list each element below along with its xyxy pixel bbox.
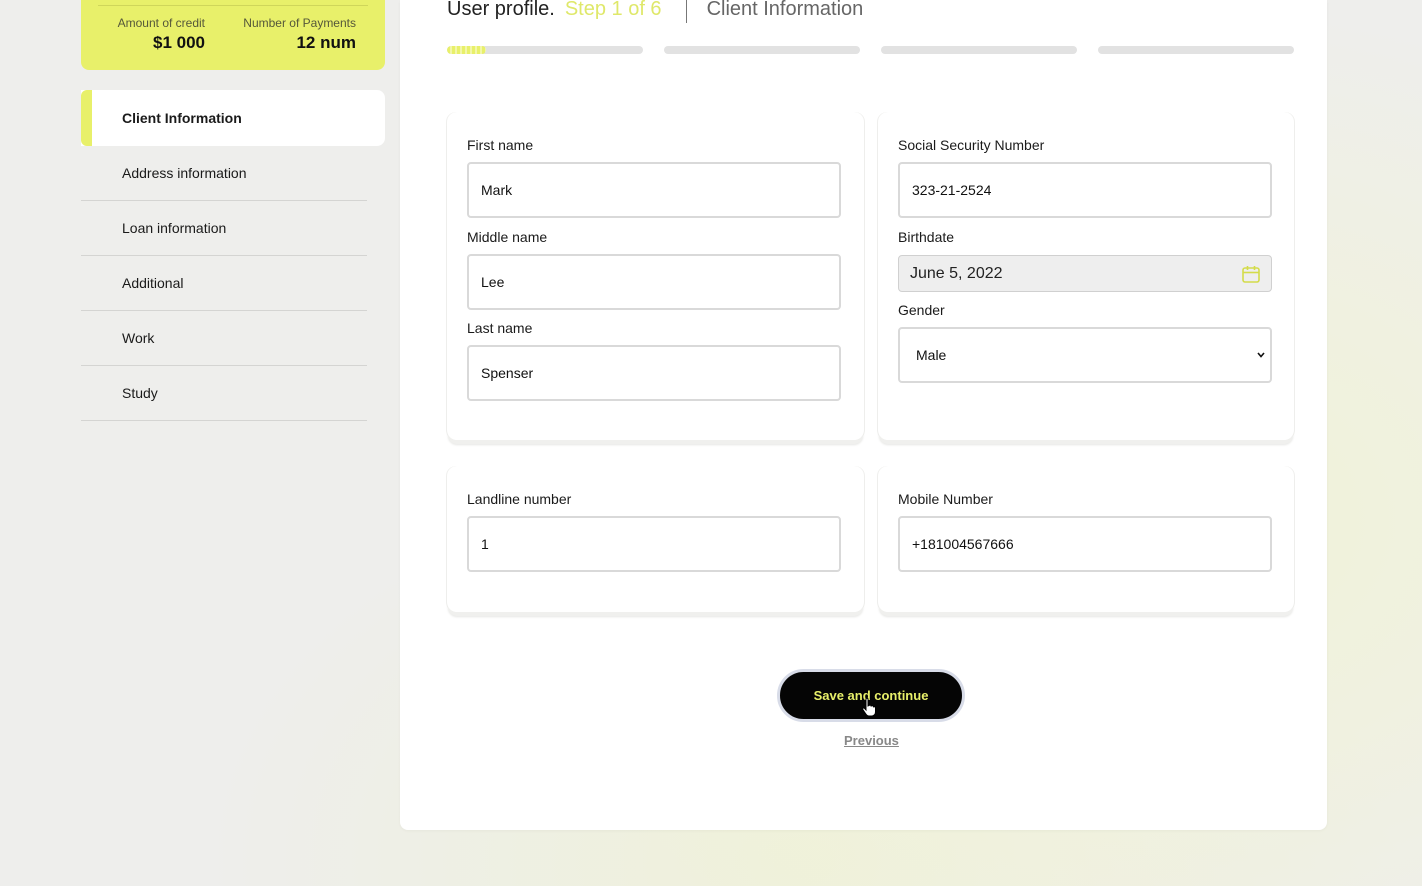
page-title: User profile. (447, 0, 555, 20)
landline-label: Landline number (467, 491, 572, 507)
progress-segment (1098, 46, 1294, 54)
landline-card: Landline number (447, 466, 864, 612)
calendar-icon[interactable] (1241, 264, 1261, 284)
middle-name-label: Middle name (467, 229, 548, 245)
gender-value: Male (916, 347, 947, 363)
ssn-label: Social Security Number (898, 137, 1045, 153)
progress-segment (447, 46, 643, 54)
last-name-label: Last name (467, 320, 533, 336)
progress-fill (447, 46, 487, 54)
previous-link[interactable]: Previous (844, 733, 899, 748)
page-header: User profile. Step 1 of 6 Client Informa… (447, 0, 863, 24)
section-title: Client Information (706, 0, 864, 20)
amount-of-credit: Amount of credit $1 000 (109, 16, 205, 53)
birthdate-picker[interactable]: June 5, 2022 (898, 255, 1272, 292)
amount-label: Amount of credit (117, 16, 205, 30)
step-progress (447, 46, 1294, 54)
gender-label: Gender (898, 302, 945, 318)
birthdate-label: Birthdate (898, 229, 955, 245)
ssn-input[interactable] (898, 162, 1272, 218)
payments-value: 12 num (296, 33, 356, 52)
sidebar-item-work[interactable]: Work (81, 311, 367, 366)
main-panel: User profile. Step 1 of 6 Client Informa… (400, 0, 1327, 830)
sidebar-nav: Client Information Address information L… (81, 90, 385, 421)
number-of-payments: Number of Payments 12 num (231, 16, 356, 53)
identity-card: Social Security Number Birthdate June 5,… (878, 112, 1294, 440)
birthdate-value: June 5, 2022 (910, 264, 1003, 282)
sidebar-item-loan-information[interactable]: Loan information (81, 201, 367, 256)
payments-label: Number of Payments (243, 16, 356, 30)
first-name-input[interactable] (467, 162, 841, 218)
last-name-input[interactable] (467, 345, 841, 401)
progress-segment (881, 46, 1077, 54)
credit-summary-card: Amount of credit $1 000 Number of Paymen… (81, 0, 385, 70)
sidebar-item-study[interactable]: Study (81, 366, 367, 421)
landline-input[interactable] (467, 516, 841, 572)
name-card: First name Middle name Last name (447, 112, 864, 440)
step-indicator: Step 1 of 6 (564, 0, 662, 20)
sidebar-item-address-information[interactable]: Address information (81, 146, 367, 201)
sidebar-item-additional[interactable]: Additional (81, 256, 367, 311)
first-name-label: First name (467, 137, 534, 153)
header-divider (685, 0, 687, 23)
chevron-down-icon (1257, 352, 1265, 358)
progress-segment (664, 46, 860, 54)
gender-select[interactable]: Male (898, 327, 1272, 383)
mobile-label: Mobile Number (898, 491, 993, 507)
amount-value: $1 000 (153, 33, 205, 52)
summary-divider (98, 5, 368, 6)
mobile-input[interactable] (898, 516, 1272, 572)
sidebar-item-client-information[interactable]: Client Information (81, 90, 385, 146)
middle-name-input[interactable] (467, 254, 841, 310)
pointer-cursor-icon (862, 697, 876, 717)
mobile-card: Mobile Number (878, 466, 1294, 612)
